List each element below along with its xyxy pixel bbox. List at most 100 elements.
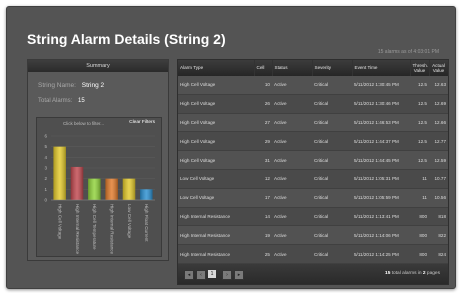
pagination-bar: ◂ ‹ 1 › ▸ 15 total alarms in 2 pages: [178, 264, 448, 284]
last-page-button[interactable]: ▸: [234, 270, 244, 280]
x-tick-label: High Internal Resistance: [109, 204, 114, 254]
y-tick-label: 1: [44, 187, 47, 192]
table-cell: Active: [272, 244, 312, 264]
pagination-text-end: pages: [425, 271, 440, 276]
table-cell: 800: [410, 207, 429, 227]
chart-filter-hint: Click below to filter...: [63, 121, 105, 126]
prev-page-button[interactable]: ‹: [196, 270, 206, 280]
table-cell: High Internal Resistance: [178, 225, 254, 246]
table-cell: 19: [254, 225, 272, 246]
table-cell: 27: [254, 113, 272, 133]
table-cell: 12.69: [429, 94, 448, 114]
table-cell: 800: [410, 244, 429, 264]
table-cell: 12.5: [410, 113, 429, 133]
table-cell: 31: [254, 150, 272, 170]
table-row[interactable]: High Cell Voltage 31 Active Critical 5/11/20…: [178, 150, 448, 170]
y-tick-label: 6: [44, 134, 47, 139]
table-cell: Active: [272, 113, 312, 133]
table-cell: High Cell Voltage: [178, 150, 254, 170]
x-tick-label: High Cell Temperature: [92, 204, 97, 250]
table-cell: 5/11/2012 1:05:59 PM: [352, 188, 410, 208]
table-cell: High Internal Resistance: [178, 207, 254, 227]
current-page-indicator[interactable]: 1: [208, 270, 216, 278]
table-cell: Critical: [312, 207, 352, 227]
table-cell: Critical: [312, 169, 352, 189]
clear-filters-button[interactable]: Clear Filters: [129, 120, 155, 125]
table-row[interactable]: High Cell Voltage 26 Active Critical 5/11/20…: [178, 94, 448, 114]
table-cell: Critical: [312, 94, 352, 114]
column-header[interactable]: Severity: [312, 60, 353, 76]
column-header[interactable]: Alarm Type: [178, 60, 255, 76]
table-row[interactable]: Low Cell Voltage 12 Active Critical 5/11/201…: [178, 169, 448, 189]
table-cell: 822: [429, 225, 448, 246]
table-cell: Active: [272, 225, 312, 246]
column-header[interactable]: Status: [272, 60, 313, 76]
pagination-info: 15 total alarms in 2 pages: [385, 271, 440, 276]
table-row[interactable]: High Internal Resistance 14 Active Critical…: [178, 207, 448, 227]
table-cell: 10: [254, 76, 272, 95]
table-cell: 12.77: [429, 131, 448, 152]
chart-bar-shading: [53, 146, 66, 200]
table-row[interactable]: High Internal Resistance 25 Active Critical…: [178, 244, 448, 264]
table-cell: Active: [272, 150, 312, 170]
x-tick-label: Low Cell Voltage: [127, 204, 132, 239]
table-row[interactable]: Low Cell Voltage 17 Active Critical 5/11/201…: [178, 188, 448, 208]
table-cell: 5/11/2012 1:14:25 PM: [352, 244, 410, 264]
table-cell: 26: [254, 94, 272, 114]
chart-bar-shading: [105, 178, 118, 200]
pagination-text: total alarms in: [390, 271, 423, 276]
table-cell: 5/11/2012 1:13:41 PM: [352, 207, 410, 227]
table-cell: Low Cell Voltage: [178, 169, 254, 189]
table-row[interactable]: High Internal Resistance 19 Active Critical…: [178, 225, 448, 246]
y-tick-label: 0: [44, 198, 47, 203]
table-cell: High Cell Voltage: [178, 113, 254, 133]
summary-panel: Summary String Name: String 2 Total Alar…: [27, 59, 169, 261]
table-cell: Active: [272, 188, 312, 208]
column-header[interactable]: Thresh. Value: [410, 60, 430, 76]
table-cell: Critical: [312, 150, 352, 170]
chart-bar-shading: [140, 189, 153, 200]
alarm-table: Alarm Type Cell Status Severity Event Time Th…: [178, 60, 449, 264]
table-cell: Critical: [312, 188, 352, 208]
table-cell: 11: [410, 169, 429, 189]
table-cell: 800: [410, 225, 429, 246]
table-cell: 29: [254, 131, 272, 152]
string-name-row: String Name: String 2: [38, 82, 104, 89]
table-cell: Active: [272, 76, 312, 95]
table-cell: 824: [429, 244, 448, 264]
table-cell: Active: [272, 94, 312, 114]
table-cell: 12.66: [429, 113, 448, 133]
summary-panel-title: Summary: [28, 60, 168, 72]
chart-bar-shading: [70, 166, 84, 200]
table-cell: 5/11/2012 1:30:45 PM: [352, 76, 410, 95]
table-cell: 818: [429, 207, 448, 227]
table-cell: 14: [254, 207, 272, 227]
x-tick-label: High Float Current: [144, 204, 149, 242]
x-tick-label: High Internal Resistance: [75, 204, 80, 254]
next-page-button[interactable]: ›: [222, 270, 232, 280]
table-cell: 12.59: [429, 150, 448, 170]
table-cell: 11: [410, 188, 429, 208]
first-page-button[interactable]: ◂: [184, 270, 194, 280]
column-header[interactable]: Actual Value: [429, 60, 449, 76]
table-cell: 5/11/2012 1:46:53 PM: [352, 113, 410, 133]
table-row[interactable]: High Cell Voltage 29 Active Critical 5/11/20…: [178, 131, 448, 152]
table-row[interactable]: High Cell Voltage 10 Active Critical 5/11/20…: [178, 76, 448, 95]
alarm-type-bar-chart[interactable]: 0 1 2 3 4 5 6 High Cell Voltage High Internal Re…: [37, 130, 161, 256]
table-row[interactable]: High Cell Voltage 27 Active Critical 5/11/20…: [178, 113, 448, 133]
table-cell: High Cell Voltage: [178, 76, 254, 95]
y-tick-label: 5: [44, 144, 47, 149]
column-header[interactable]: Event Time: [352, 60, 411, 76]
x-tick-label: High Cell Voltage: [57, 204, 62, 240]
chart-bar-shading: [88, 178, 101, 200]
string-name-label: String Name:: [38, 82, 76, 89]
table-cell: 25: [254, 244, 272, 264]
table-cell: Critical: [312, 113, 352, 133]
table-cell: 10.77: [429, 169, 448, 189]
table-cell: Critical: [312, 131, 352, 152]
column-header[interactable]: Cell: [254, 60, 273, 76]
table-cell: 5/11/2012 1:05:31 PM: [352, 169, 410, 189]
y-tick-label: 2: [44, 176, 47, 181]
string-name-value: String 2: [81, 82, 105, 89]
table-header-row: Alarm Type Cell Status Severity Event Time Th…: [178, 60, 449, 76]
